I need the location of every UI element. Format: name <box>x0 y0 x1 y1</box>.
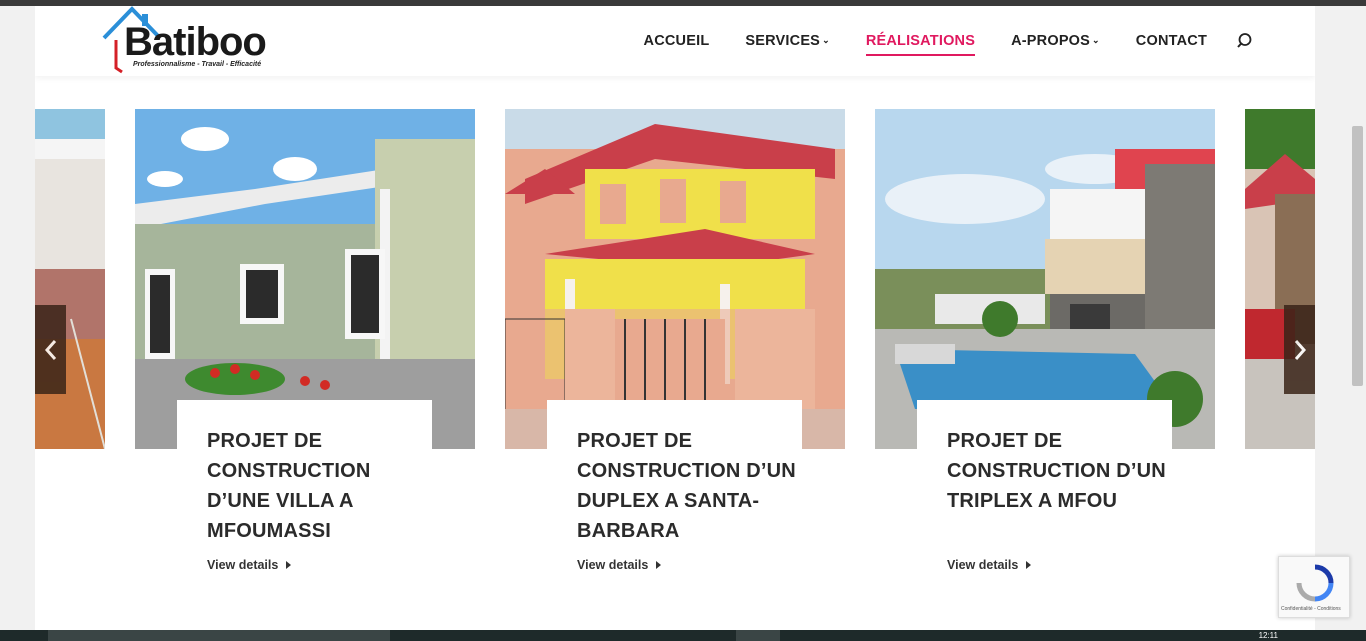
chevron-left-icon <box>44 339 56 360</box>
nav-item-accueil[interactable]: ACCUEIL <box>644 33 710 49</box>
main-nav: ACCUEIL SERVICES ⌄ RÉALISATIONS A-PROPOS ⌄… <box>608 6 1255 76</box>
project-image-duplex[interactable] <box>505 109 845 449</box>
project-title[interactable]: PROJET DE CONSTRUCTION D’UNE VILLA A MFO… <box>207 426 432 546</box>
chevron-down-icon: ⌄ <box>822 35 830 45</box>
projects-carousel: PROJET DE CONSTRUCTION D’UNE VILLA A MFO… <box>35 109 1315 629</box>
project-image-villa[interactable] <box>135 109 475 449</box>
project-title[interactable]: PROJET DE CONSTRUCTION D’UN TRIPLEX A MF… <box>947 426 1172 516</box>
view-details-link[interactable]: View details <box>577 558 662 572</box>
scrollbar-thumb[interactable] <box>1352 126 1363 386</box>
caret-right-icon <box>656 561 662 569</box>
project-card-villa: PROJET DE CONSTRUCTION D’UNE VILLA A MFO… <box>177 400 432 590</box>
project-card-triplex: PROJET DE CONSTRUCTION D’UN TRIPLEX A MF… <box>917 400 1172 590</box>
view-details-link[interactable]: View details <box>947 558 1032 572</box>
project-card-duplex: PROJET DE CONSTRUCTION D’UN DUPLEX A SAN… <box>547 400 802 590</box>
nav-item-a-propos[interactable]: A-PROPOS ⌄ <box>1011 33 1100 49</box>
os-taskbar: 12:11 <box>0 630 1366 641</box>
project-image-partial-right[interactable] <box>1245 109 1315 449</box>
taskbar-search[interactable] <box>48 630 390 641</box>
view-details-link[interactable]: View details <box>207 558 292 572</box>
carousel-prev-button[interactable] <box>35 305 66 394</box>
caret-right-icon <box>286 561 292 569</box>
project-image-triplex[interactable] <box>875 109 1215 449</box>
page-scrollbar[interactable] <box>1349 6 1366 630</box>
chevron-down-icon: ⌄ <box>1092 35 1100 45</box>
page: Batiboo Professionnalisme - Travail - Ef… <box>35 6 1315 630</box>
site-header: Batiboo Professionnalisme - Travail - Ef… <box>35 6 1315 76</box>
logo-tagline: Professionnalisme - Travail - Efficacité <box>133 61 262 68</box>
project-title[interactable]: PROJET DE CONSTRUCTION D’UN DUPLEX A SAN… <box>577 426 802 546</box>
logo-wordmark: Batiboo <box>124 20 267 64</box>
nav-item-realisations[interactable]: RÉALISATIONS <box>865 33 976 56</box>
taskbar-clock: 12:11 <box>1258 631 1278 640</box>
carousel-next-button[interactable] <box>1284 305 1315 394</box>
recaptcha-badge[interactable]: Confidentialité - Conditions <box>1278 556 1350 618</box>
taskbar-active-app[interactable] <box>736 630 780 641</box>
site-logo[interactable]: Batiboo Professionnalisme - Travail - Ef… <box>102 6 312 76</box>
caret-right-icon <box>1026 561 1032 569</box>
recaptcha-terms[interactable]: Confidentialité - Conditions <box>1281 606 1341 612</box>
recaptcha-icon <box>1296 564 1334 602</box>
nav-item-services[interactable]: SERVICES ⌄ <box>745 33 829 49</box>
project-image-partial-left[interactable] <box>35 109 105 449</box>
chevron-right-icon <box>1294 339 1306 360</box>
nav-item-contact[interactable]: CONTACT <box>1136 33 1207 49</box>
search-icon[interactable] <box>1237 32 1255 50</box>
